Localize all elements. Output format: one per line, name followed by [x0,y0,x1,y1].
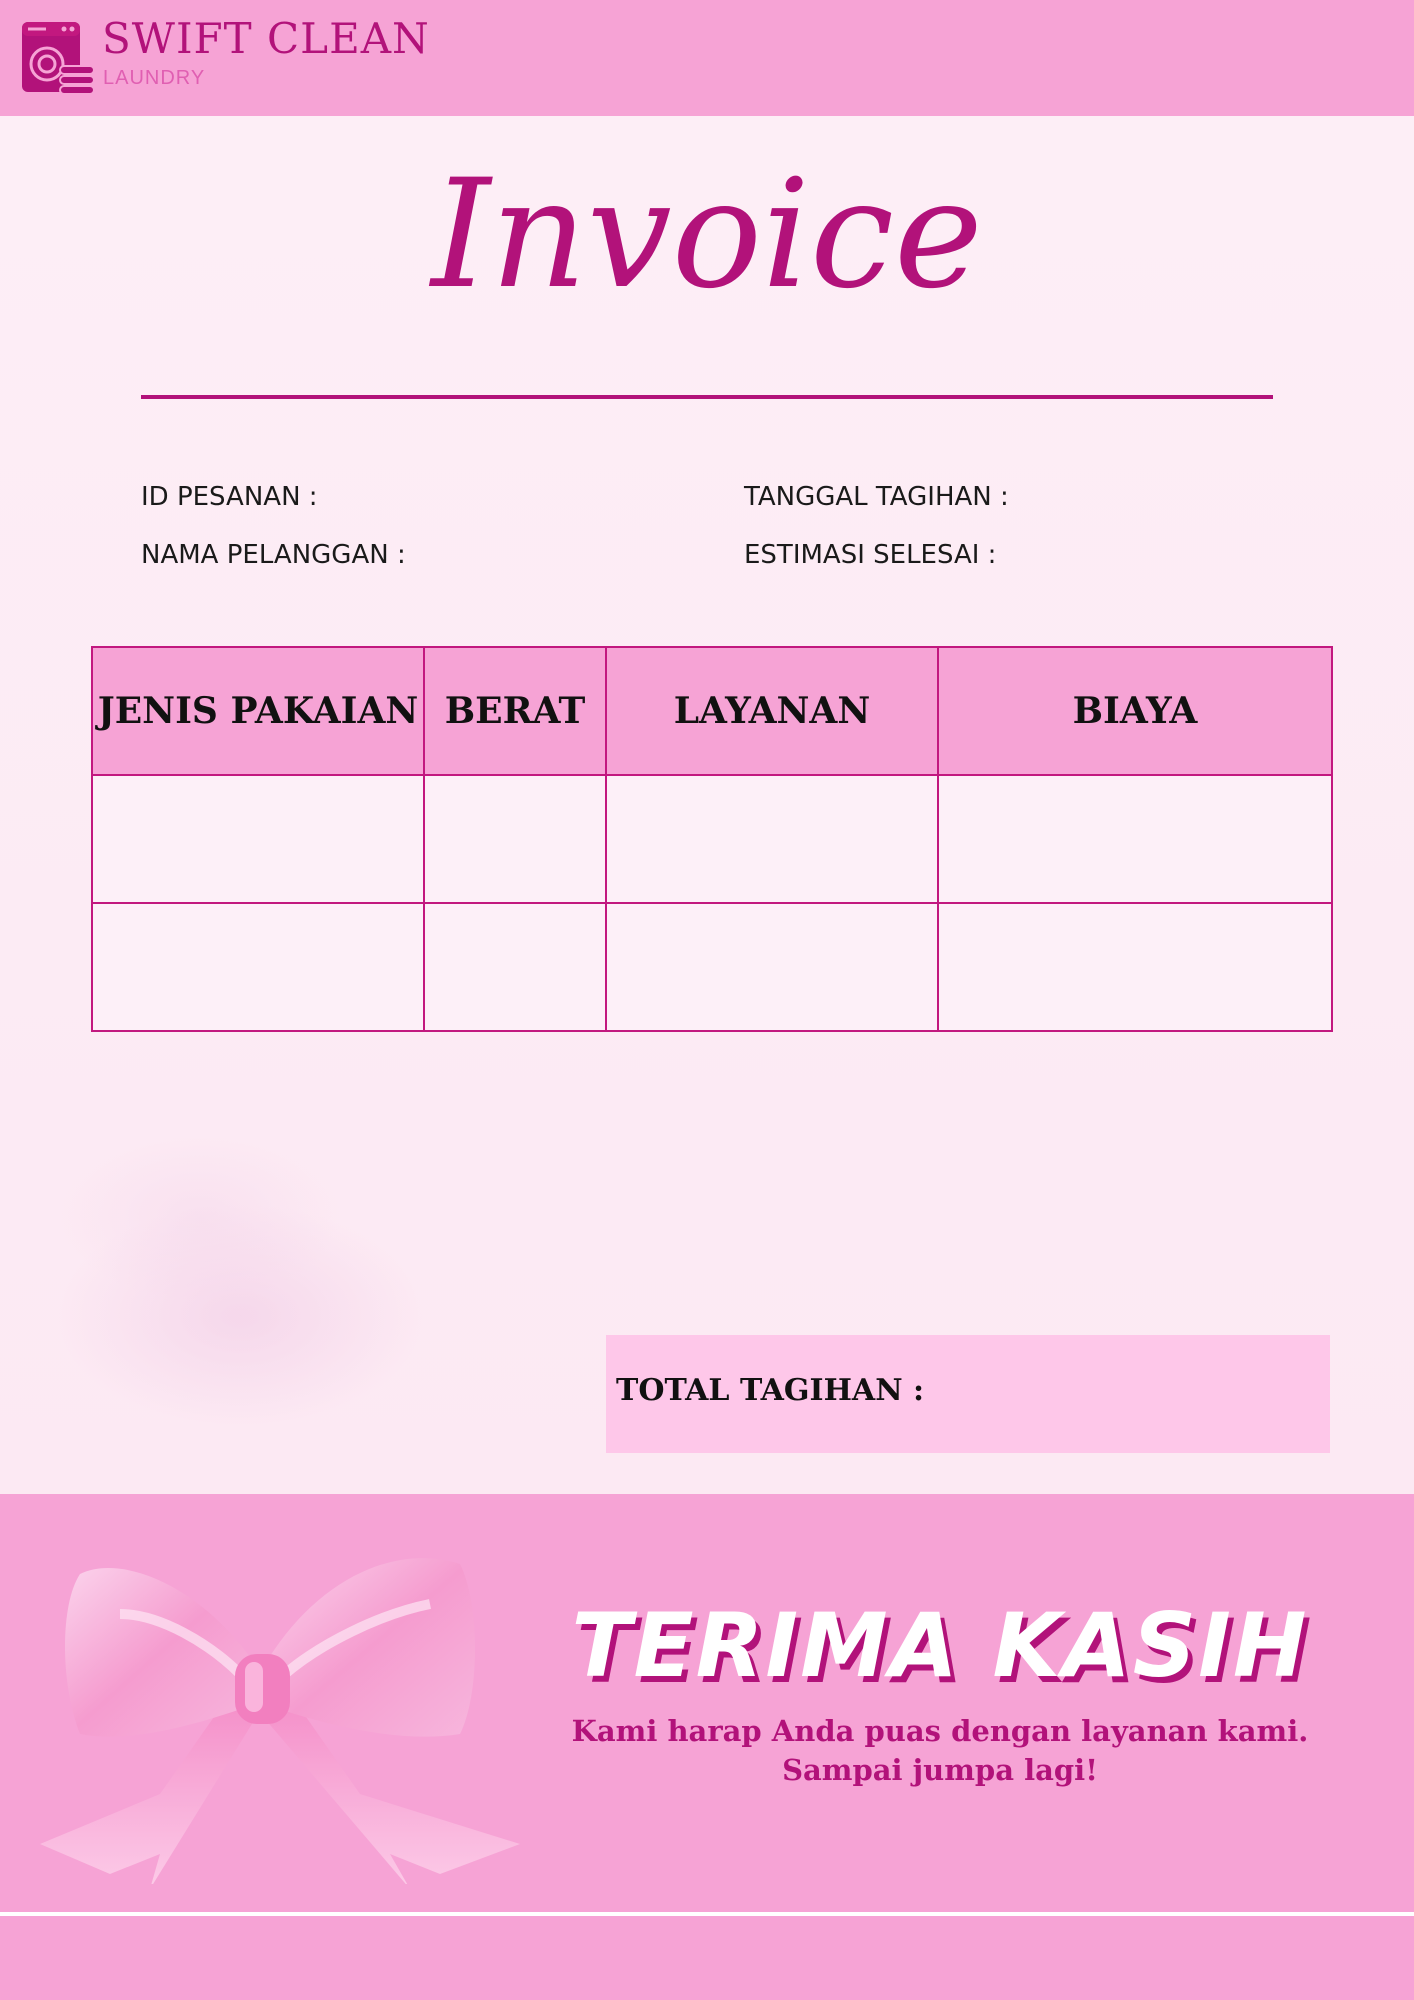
estimated-done-label: ESTIMASI SELESAI : [744,540,997,570]
total-box: TOTAL TAGIHAN : [606,1335,1330,1453]
table-cell [423,774,607,904]
header-berat: BERAT [423,646,607,776]
header-bar: SWIFT CLEAN LAUNDRY [0,0,1414,116]
items-table: JENIS PAKAIAN BERAT LAYANAN BIAYA [91,646,1333,1032]
invoice-title: Invoice [431,148,983,322]
footer-divider [0,1912,1414,1916]
footer-banner: TERIMA KASIH Kami harap Anda puas dengan… [0,1494,1414,2000]
invoice-date-label: TANGGAL TAGIHAN : [744,482,1009,512]
table-cell [605,774,939,904]
thank-you-heading: TERIMA KASIH [571,1594,1309,1697]
table-cell [91,902,425,1032]
title-divider [141,395,1273,399]
table-cell [91,774,425,904]
table-cell [423,902,607,1032]
total-label: TOTAL TAGIHAN : [616,1373,925,1408]
table-cell [937,902,1333,1032]
customer-name-label: NAMA PELANGGAN : [141,540,406,570]
table-header-row: JENIS PAKAIAN BERAT LAYANAN BIAYA [91,646,1333,776]
header-biaya: BIAYA [937,646,1333,776]
thank-you-message: Kami harap Anda puas dengan layanan kami… [540,1712,1340,1790]
table-row [91,902,1333,1032]
pink-bow-icon [40,1558,520,1884]
thank-you-line-2: Sampai jumpa lagi! [782,1753,1098,1787]
brand-name: SWIFT CLEAN [102,14,430,63]
order-id-label: ID PESANAN : [141,482,318,512]
table-cell [937,774,1333,904]
header-jenis-pakaian: JENIS PAKAIAN [91,646,425,776]
table-row [91,774,1333,904]
header-layanan: LAYANAN [605,646,939,776]
brand-subtitle: LAUNDRY [103,67,206,89]
thank-you-line-1: Kami harap Anda puas dengan layanan kami… [571,1714,1309,1748]
washing-machine-icon [22,22,95,95]
table-cell [605,902,939,1032]
